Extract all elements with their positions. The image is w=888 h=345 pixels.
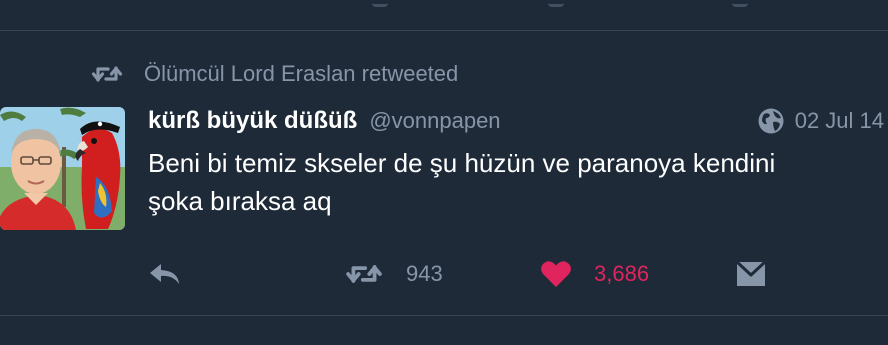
retweet-context: Ölümcül Lord Eraslan retweeted (90, 60, 458, 88)
retweet-icon (346, 265, 382, 283)
retweeted-by-label[interactable]: Ölümcül Lord Eraslan retweeted (144, 61, 458, 87)
tweet-text: Beni bi temiz skseler de şu hüzün ve par… (148, 144, 868, 220)
reply-icon (150, 264, 179, 284)
tweet-date[interactable]: 02 Jul 14 (795, 108, 884, 134)
tweet-actions: 943 3,686 (0, 252, 888, 296)
prev-tweet-icon (372, 0, 388, 7)
prev-tweet-icon (548, 0, 564, 7)
user-handle[interactable]: @vonnpapen (369, 108, 500, 134)
display-name[interactable]: kürß büyük düßüß (148, 107, 357, 135)
tweet-header: kürß büyük düßüß @vonnpapen 02 Jul 14 (148, 104, 888, 138)
prev-tweet-icon (732, 0, 748, 7)
reply-button[interactable] (148, 252, 182, 296)
retweet-icon (91, 66, 123, 82)
top-divider (0, 30, 888, 31)
direct-message-button[interactable] (736, 252, 766, 296)
retweet-button[interactable]: 943 (344, 252, 443, 296)
avatar[interactable] (0, 107, 125, 230)
like-count: 3,686 (594, 261, 650, 286)
avatar-man-with-parrot (0, 107, 125, 230)
heart-icon (541, 261, 571, 287)
tweet-text-line: şoka bıraksa aq (148, 186, 332, 216)
retweet-count: 943 (406, 261, 443, 286)
globe-icon (758, 108, 784, 134)
direct-message-icon (736, 260, 766, 286)
bottom-divider (0, 315, 888, 316)
tweet-text-line: Beni bi temiz skseler de şu hüzün ve par… (148, 148, 776, 178)
previous-tweet-actions-strip (0, 0, 888, 30)
like-button[interactable]: 3,686 (540, 252, 649, 296)
tweet-meta: 02 Jul 14 (757, 104, 884, 138)
